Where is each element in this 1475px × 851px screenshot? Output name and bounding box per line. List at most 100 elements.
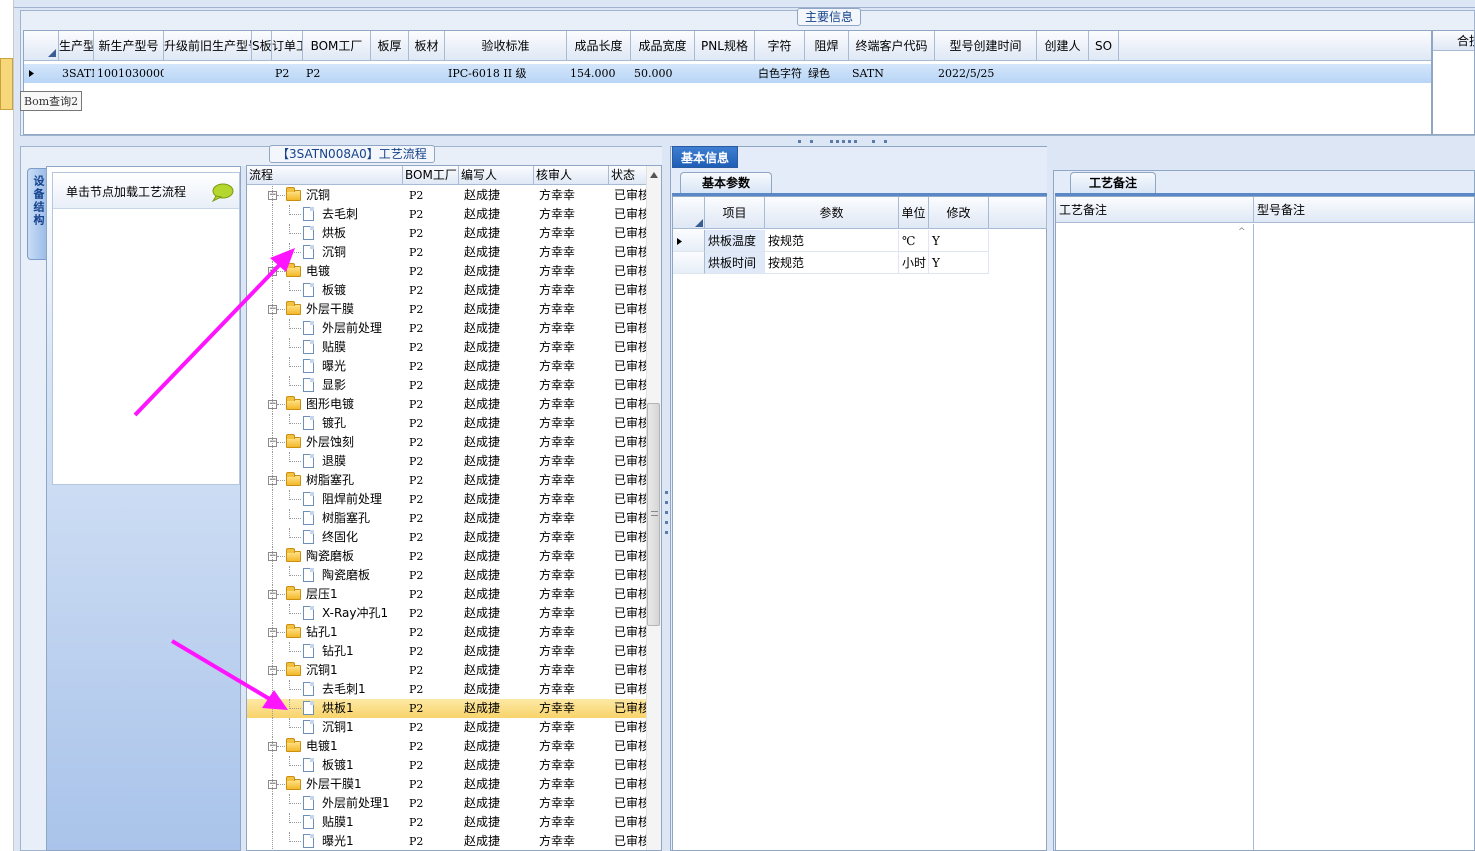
tree-row[interactable]: 曝光 P2 赵成捷 方幸幸 已审核 — [247, 357, 647, 376]
column-header[interactable]: 阻焊 — [805, 31, 849, 61]
tree-row[interactable]: 板镀1 P2 赵成捷 方幸幸 已审核 — [247, 756, 647, 775]
param-cell-unit[interactable]: 小时 — [899, 252, 929, 274]
tree-row[interactable]: 钻孔1 P2 赵成捷 方幸幸 已审核 — [247, 642, 647, 661]
column-header[interactable]: 生产型号 — [59, 31, 94, 61]
main-row-cell[interactable] — [695, 64, 755, 83]
main-row-cell[interactable] — [252, 64, 272, 83]
param-cell-edit[interactable]: Y — [929, 252, 989, 274]
tree-row[interactable]: 显影 P2 赵成捷 方幸幸 已审核 — [247, 376, 647, 395]
main-row-cell[interactable] — [409, 64, 445, 83]
tree-column-header[interactable]: 编写人 — [459, 166, 534, 185]
main-row-cell[interactable]: 2022/5/25 — [935, 64, 1037, 83]
tree-row[interactable]: 外层前处理1 P2 赵成捷 方幸幸 已审核 — [247, 794, 647, 813]
tree-row[interactable]: 板镀 P2 赵成捷 方幸幸 已审核 — [247, 281, 647, 300]
param-cell-param[interactable]: 按规范 — [765, 252, 899, 274]
tree-row[interactable]: −图形电镀P2赵成捷方幸幸已审核 — [247, 395, 647, 414]
column-header[interactable]: SO — [1089, 31, 1119, 61]
tree-row[interactable]: 烘板1 P2 赵成捷 方幸幸 已审核 — [247, 699, 647, 718]
column-header[interactable]: PNL规格 — [695, 31, 755, 61]
tree-row[interactable]: X-Ray冲孔1 P2 赵成捷 方幸幸 已审核 — [247, 604, 647, 623]
tree-row[interactable]: −层压1P2赵成捷方幸幸已审核 — [247, 585, 647, 604]
main-row-cell[interactable]: 白色字符 — [755, 64, 805, 83]
column-header[interactable]: 字符 — [755, 31, 805, 61]
param-cell-item[interactable]: 烘板时间 — [705, 252, 765, 274]
tree-row[interactable]: 镀孔 P2 赵成捷 方幸幸 已审核 — [247, 414, 647, 433]
main-row-cell[interactable]: 154.000 — [567, 64, 631, 83]
tree-row[interactable]: −树脂塞孔P2赵成捷方幸幸已审核 — [247, 471, 647, 490]
main-row-cell[interactable] — [164, 64, 252, 83]
tree-column-header[interactable]: BOM工厂 — [403, 166, 459, 185]
tree-row[interactable]: 烘板 P2 赵成捷 方幸幸 已审核 — [247, 224, 647, 243]
column-header[interactable]: 板材 — [409, 31, 445, 61]
column-header[interactable]: 创建人 — [1037, 31, 1089, 61]
tree-row[interactable]: 贴膜1 P2 赵成捷 方幸幸 已审核 — [247, 813, 647, 832]
notes-scroll-up-icon[interactable]: ^ — [1238, 227, 1246, 237]
tree-column-header[interactable]: 状态 — [609, 166, 647, 185]
params-column-header[interactable]: 项目 — [705, 197, 765, 229]
tree-row[interactable]: 终固化 P2 赵成捷 方幸幸 已审核 — [247, 528, 647, 547]
tree-column-header[interactable]: 核审人 — [534, 166, 609, 185]
column-header[interactable]: 型号创建时间 — [935, 31, 1037, 61]
main-row-cell[interactable]: SATN — [849, 64, 935, 83]
param-cell-param[interactable]: 按规范 — [765, 230, 899, 252]
middle-vertical-splitter[interactable] — [662, 146, 670, 851]
tree-row[interactable]: 外层前处理 P2 赵成捷 方幸幸 已审核 — [247, 319, 647, 338]
tree-row[interactable]: −钻孔1P2赵成捷方幸幸已审核 — [247, 623, 647, 642]
column-header[interactable]: BOM工厂 — [303, 31, 371, 61]
main-row-cell[interactable]: IPC-6018 II 级 — [445, 64, 567, 83]
main-row-cell[interactable]: 3SATN008A0 — [59, 64, 94, 83]
horizontal-splitter[interactable] — [20, 137, 1475, 145]
tree-row[interactable]: −电镀1P2赵成捷方幸幸已审核 — [247, 737, 647, 756]
tab-process-notes[interactable]: 工艺备注 — [1070, 172, 1156, 193]
tree-row[interactable]: −外层干膜P2赵成捷方幸幸已审核 — [247, 300, 647, 319]
param-cell-edit[interactable]: Y — [929, 230, 989, 252]
main-row-cell[interactable]: 10010300003611 — [94, 64, 164, 83]
main-row-cell[interactable] — [1089, 64, 1119, 83]
tree-row[interactable]: 陶瓷磨板 P2 赵成捷 方幸幸 已审核 — [247, 566, 647, 585]
tree-row[interactable]: 去毛刺1 P2 赵成捷 方幸幸 已审核 — [247, 680, 647, 699]
column-header[interactable]: S板 — [252, 31, 272, 61]
main-row-cell[interactable] — [371, 64, 409, 83]
main-row-cell[interactable] — [1037, 64, 1089, 83]
scroll-up-arrow-icon[interactable] — [650, 172, 658, 178]
params-column-header[interactable]: 单位 — [899, 197, 929, 229]
column-header[interactable]: 订单工厂 — [272, 31, 303, 61]
param-row-indicator[interactable] — [673, 252, 705, 274]
tree-row[interactable]: −沉铜P2赵成捷方幸幸已审核 — [247, 186, 647, 205]
column-header[interactable]: 板厚 — [371, 31, 409, 61]
param-cell-item[interactable]: 烘板温度 — [705, 230, 765, 252]
main-grid-corner[interactable] — [24, 31, 59, 61]
tree-scroll-thumb[interactable] — [647, 403, 660, 626]
tree-row[interactable]: 沉铜 P2 赵成捷 方幸幸 已审核 — [247, 243, 647, 262]
column-header[interactable]: 成品宽度 — [631, 31, 695, 61]
tree-row[interactable]: −陶瓷磨板P2赵成捷方幸幸已审核 — [247, 547, 647, 566]
main-row-cell[interactable]: P2 — [303, 64, 371, 83]
tree-row[interactable]: 贴膜 P2 赵成捷 方幸幸 已审核 — [247, 338, 647, 357]
left-edge-selection[interactable] — [0, 58, 13, 110]
params-column-header[interactable]: 修改 — [929, 197, 989, 229]
main-row-cell[interactable]: 绿色 — [805, 64, 849, 83]
tab-basic-params[interactable]: 基本参数 — [680, 172, 772, 193]
tree-row[interactable]: −电镀P2赵成捷方幸幸已审核 — [247, 262, 647, 281]
param-cell-unit[interactable]: ℃ — [899, 230, 929, 252]
column-header[interactable]: 验收标准 — [445, 31, 567, 61]
column-header[interactable]: 成品长度 — [567, 31, 631, 61]
main-row-cell[interactable]: 50.000 — [631, 64, 695, 83]
tree-row[interactable]: −沉铜1P2赵成捷方幸幸已审核 — [247, 661, 647, 680]
main-row-cell[interactable]: P2 — [272, 64, 303, 83]
params-grid-corner[interactable] — [673, 197, 705, 229]
tree-row[interactable]: 沉铜1 P2 赵成捷 方幸幸 已审核 — [247, 718, 647, 737]
tree-row[interactable]: 去毛刺 P2 赵成捷 方幸幸 已审核 — [247, 205, 647, 224]
tree-row[interactable]: 阻焊前处理 P2 赵成捷 方幸幸 已审核 — [247, 490, 647, 509]
param-row-indicator[interactable] — [673, 230, 705, 252]
tree-column-header[interactable]: 流程 — [247, 166, 403, 185]
tree-row[interactable]: 曝光1 P2 赵成捷 方幸幸 已审核 — [247, 832, 647, 850]
column-header[interactable]: 新生产型号 — [94, 31, 164, 61]
tree-row[interactable]: 树脂塞孔 P2 赵成捷 方幸幸 已审核 — [247, 509, 647, 528]
column-header[interactable]: 升级前旧生产型号 — [164, 31, 252, 61]
tab-basic-info[interactable]: 基本信息 — [672, 146, 739, 168]
column-header[interactable]: 终端客户代码 — [849, 31, 935, 61]
tree-row[interactable]: −外层蚀刻P2赵成捷方幸幸已审核 — [247, 433, 647, 452]
model-notes-textarea[interactable] — [1255, 224, 1474, 850]
row-indicator-icon[interactable] — [24, 64, 59, 83]
